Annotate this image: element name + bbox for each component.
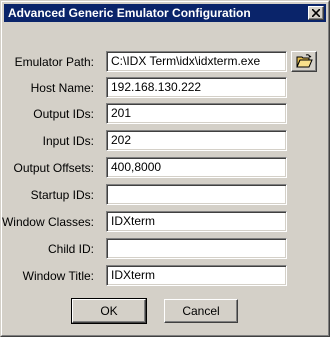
window-classes-label: Window Classes:	[1, 215, 94, 229]
window-classes-field[interactable]: IDXterm	[106, 211, 287, 232]
open-folder-icon	[296, 54, 313, 68]
emulator-path-field[interactable]: C:\IDX Term\idx\idxterm.exe	[106, 51, 287, 72]
output-offsets-label: Output Offsets:	[13, 161, 94, 175]
startup-ids-label: Startup IDs:	[30, 188, 94, 202]
emulator-path-label: Emulator Path:	[14, 55, 94, 69]
window-title-field[interactable]: IDXterm	[106, 265, 287, 286]
host-name-field[interactable]: 192.168.130.222	[106, 77, 287, 98]
close-button[interactable]	[308, 6, 324, 20]
input-ids-field[interactable]: 202	[106, 130, 287, 151]
close-icon	[312, 9, 320, 17]
window-title: Advanced Generic Emulator Configuration	[8, 6, 251, 20]
title-bar[interactable]: Advanced Generic Emulator Configuration	[4, 4, 326, 22]
browse-button[interactable]	[291, 51, 317, 72]
host-name-label: Host Name:	[30, 81, 94, 95]
dialog-window: Advanced Generic Emulator Configuration …	[0, 0, 330, 337]
cancel-button[interactable]: Cancel	[164, 299, 238, 323]
output-ids-field[interactable]: 201	[106, 103, 287, 124]
ok-button[interactable]: OK	[71, 298, 147, 324]
child-id-label: Child ID:	[47, 242, 94, 256]
output-offsets-field[interactable]: 400,8000	[106, 157, 287, 178]
output-ids-label: Output IDs:	[33, 107, 94, 121]
startup-ids-field[interactable]	[106, 184, 287, 205]
input-ids-label: Input IDs:	[42, 134, 94, 148]
window-title-label: Window Title:	[22, 269, 94, 283]
child-id-field[interactable]	[106, 238, 287, 259]
